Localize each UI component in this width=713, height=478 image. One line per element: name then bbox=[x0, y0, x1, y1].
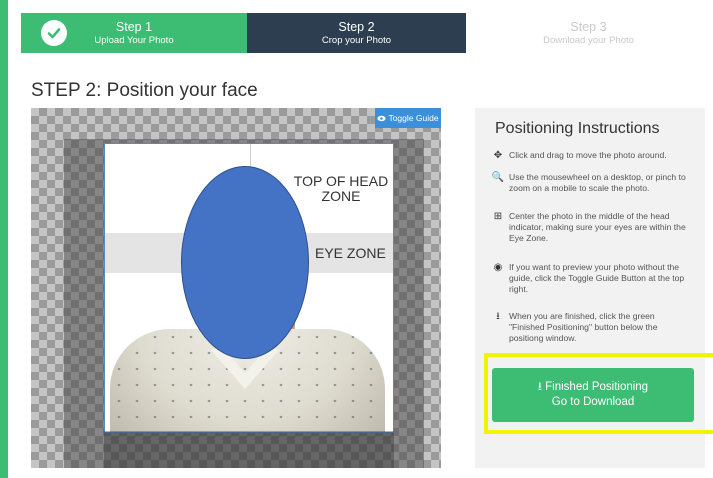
head-zone-label: TOP OF HEAD ZONE bbox=[293, 173, 389, 204]
step-2-title: Step 2 bbox=[338, 19, 375, 34]
step-3-subtitle: Download your Photo bbox=[543, 34, 634, 46]
photo-canvas[interactable]: TOP OF HEAD ZONE EYE ZONE bbox=[104, 143, 394, 433]
face-mask bbox=[181, 166, 309, 359]
step-progress-bar: Step 1 Upload Your Photo Step 2 Crop you… bbox=[21, 13, 711, 53]
step-3-title: Step 3 bbox=[570, 19, 607, 34]
instruction-text: Center the photo in the middle of the he… bbox=[509, 211, 686, 243]
instructions-title: Positioning Instructions bbox=[495, 120, 660, 137]
step-2[interactable]: Step 2 Crop your Photo bbox=[247, 13, 466, 53]
toggle-guide-button[interactable]: Toggle Guide bbox=[375, 108, 441, 128]
checkmark-icon bbox=[41, 20, 67, 46]
instruction-text: Use the mousewheel on a desktop, or pinc… bbox=[509, 172, 686, 193]
page-title: STEP 2: Position your face bbox=[31, 80, 258, 101]
highlight-box bbox=[484, 353, 713, 434]
toggle-guide-label: Toggle Guide bbox=[388, 113, 439, 123]
instruction-item: ⊞ Center the photo in the middle of the … bbox=[490, 211, 690, 244]
instruction-text: Click and drag to move the photo around. bbox=[509, 150, 667, 160]
zoom-icon: 🔍 bbox=[491, 172, 505, 183]
step-3[interactable]: Step 3 Download your Photo bbox=[466, 13, 711, 53]
plus-square-icon: ⊞ bbox=[493, 211, 503, 222]
eye-slash-icon: ◉ bbox=[493, 262, 503, 273]
instruction-text: When you are finished, click the green "… bbox=[509, 311, 658, 343]
eye-icon bbox=[377, 115, 387, 121]
instruction-text: If you want to preview your photo withou… bbox=[509, 262, 685, 294]
eye-zone-label: EYE ZONE bbox=[315, 245, 386, 261]
instruction-item: 🔍 Use the mousewheel on a desktop, or pi… bbox=[490, 172, 690, 194]
step-1-subtitle: Upload Your Photo bbox=[94, 34, 174, 46]
download-icon: ⭳ bbox=[496, 311, 500, 322]
step-1[interactable]: Step 1 Upload Your Photo bbox=[21, 13, 247, 53]
move-icon: ✥ bbox=[493, 150, 503, 161]
step-1-title: Step 1 bbox=[115, 19, 153, 34]
instruction-item: ◉ If you want to preview your photo with… bbox=[490, 262, 690, 295]
bottom-shade bbox=[104, 431, 394, 468]
instruction-item: ✥ Click and drag to move the photo aroun… bbox=[490, 150, 690, 162]
instruction-item: ⭳ When you are finished, click the green… bbox=[490, 311, 690, 344]
step-2-subtitle: Crop your Photo bbox=[321, 34, 392, 46]
crop-window[interactable]: TOP OF HEAD ZONE EYE ZONE Toggle Guide bbox=[31, 108, 441, 468]
